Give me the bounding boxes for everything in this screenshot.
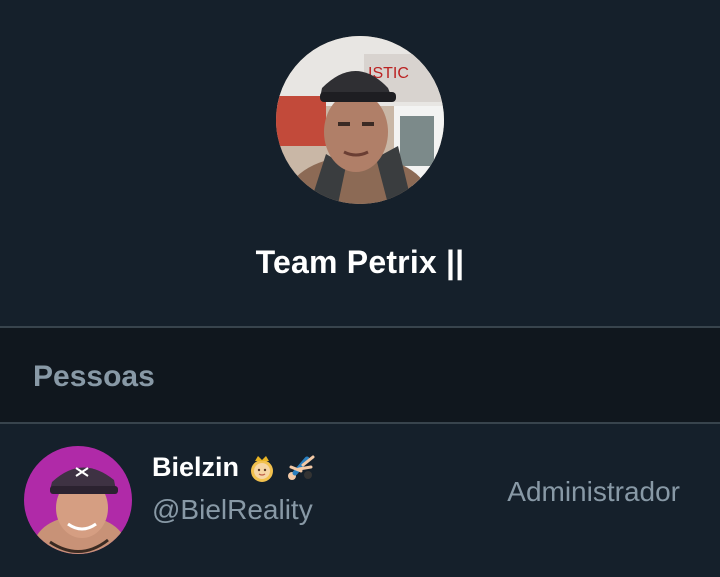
group-name: Team Petrix || bbox=[255, 244, 465, 280]
group-avatar[interactable]: ISTIC bbox=[276, 36, 444, 204]
princess-emoji-icon bbox=[247, 453, 277, 483]
member-name: Bielzin bbox=[152, 452, 315, 483]
group-header: ISTIC Team Petrix || bbox=[0, 0, 720, 326]
section-title: Pessoas bbox=[33, 360, 155, 393]
group-info-screen: ISTIC Team Petrix || Pessoas Bielzin @Bi… bbox=[0, 0, 720, 577]
member-name-text: Bielzin bbox=[152, 452, 240, 482]
member-handle: @BielReality bbox=[152, 494, 313, 525]
member-role: Administrador bbox=[507, 476, 680, 507]
cartwheel-emoji-icon bbox=[285, 453, 315, 483]
avatar[interactable] bbox=[24, 446, 132, 554]
member-row[interactable]: Bielzin @BielReality Administrador bbox=[0, 424, 720, 577]
